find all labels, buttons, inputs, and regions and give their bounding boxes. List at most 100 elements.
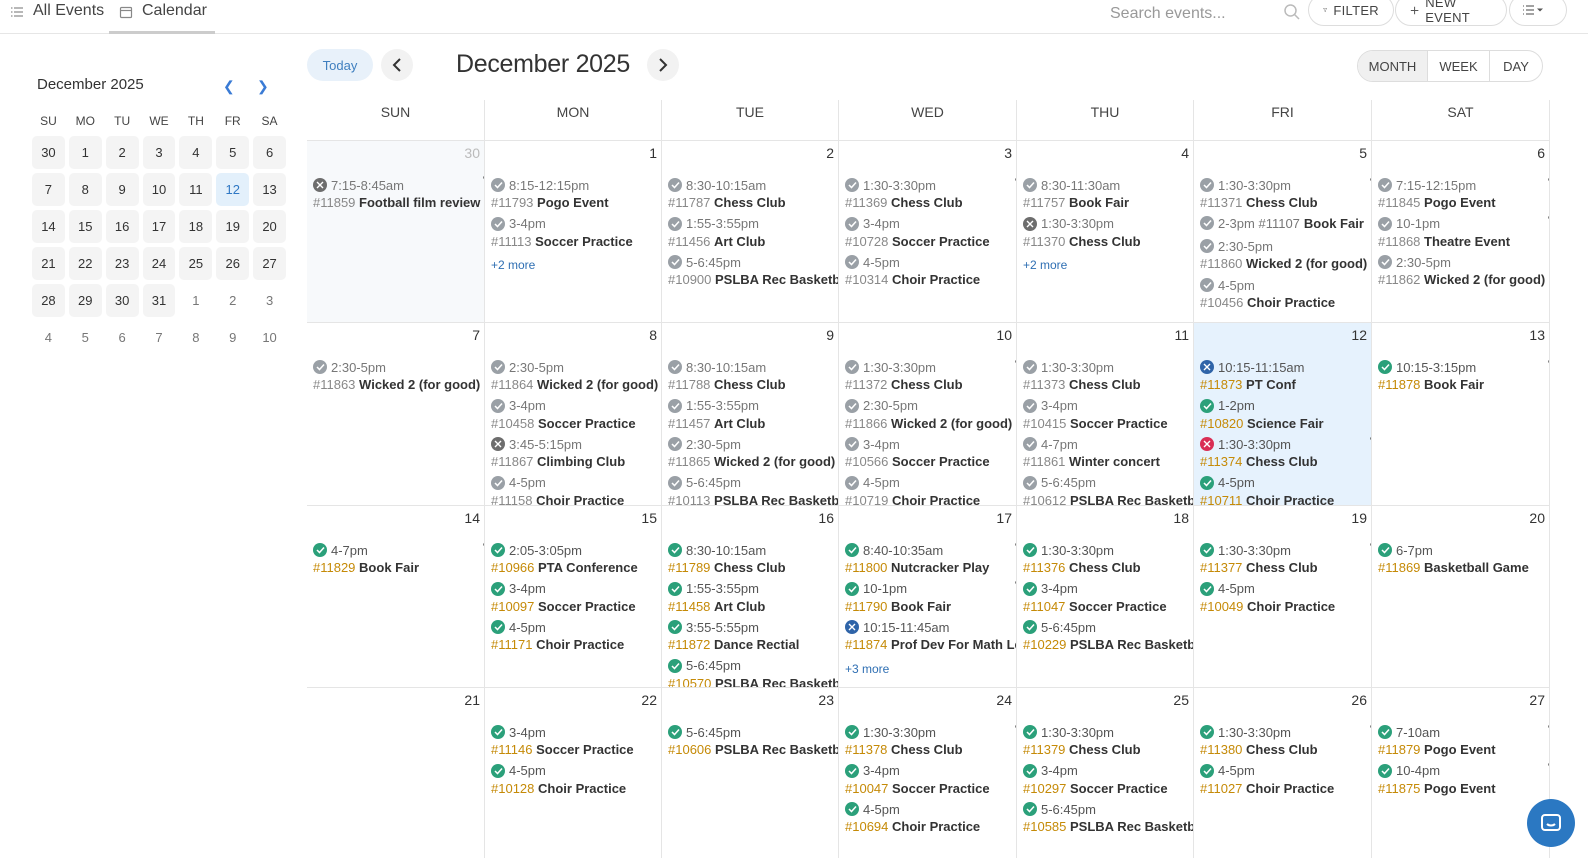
day-cell[interactable]: 20 6-7pm #11869 Basketball Game (1372, 505, 1550, 687)
calendar-event[interactable]: 3-4pm #10047 Soccer Practice (845, 762, 1016, 800)
calendar-event[interactable]: 10-1pm60m / 60m#11790 Book Fair (845, 580, 1016, 618)
calendar-event[interactable]: 3-4pm #10415 Soccer Practice (1023, 397, 1193, 435)
calendar-event[interactable]: 2:30-5pm #11866 Wicked 2 (for good) (845, 397, 1016, 435)
calendar-event[interactable]: 1:30-3:30pm30m / 30#11374 Chess Club (1200, 435, 1371, 473)
calendar-event[interactable]: 8:30-10:15am15m / 15#11787 Chess Club (668, 176, 838, 214)
mini-day[interactable]: 15 (68, 210, 102, 243)
calendar-event[interactable]: 5-6:45pm #10606 PSLBA Rec Basketball (668, 723, 838, 761)
mini-day[interactable]: 5 (69, 321, 102, 354)
calendar-event[interactable]: 1:55-3:55pm30m / 30m#11458 Art Club (668, 580, 838, 618)
day-cell[interactable]: 178:40-10:35am20r#11800 Nutcracker Play1… (839, 505, 1017, 687)
calendar-event[interactable]: 1:30-3:30pm30m / 30#11371 Chess Club (1200, 176, 1371, 214)
mini-day[interactable]: 26 (216, 247, 250, 280)
calendar-event[interactable]: 10:15-3:15pm 60m / 60m #11878 Book Fair (1378, 358, 1549, 396)
chat-launcher-button[interactable] (1527, 799, 1575, 847)
calendar-event[interactable]: 3:45-5:15pm15m /#11867 Climbing Club (491, 435, 661, 473)
calendar-event[interactable]: 4-5pm #11171 Choir Practice (491, 618, 661, 656)
day-cell[interactable]: 8 2:30-5pm #11864 Wicked 2 (for good) 3-4pm… (485, 322, 662, 505)
calendar-event[interactable]: 2:30-5pm #11864 Wicked 2 (for good) (491, 358, 661, 396)
view-week-button[interactable]: WEEK (1428, 51, 1490, 81)
more-events-link[interactable]: +2 more (491, 258, 535, 272)
mini-day[interactable]: 21 (32, 247, 65, 280)
tab-calendar[interactable]: Calendar (109, 0, 215, 34)
calendar-event[interactable]: 3-4pm #10097 Soccer Practice (491, 580, 661, 618)
day-cell[interactable]: 18:15-12:15pm60m / 60#11793 Pogo Event3-… (485, 140, 662, 322)
calendar-event[interactable]: 8:15-12:15pm60m / 60#11793 Pogo Event (491, 176, 661, 214)
mini-day[interactable]: 19 (216, 210, 250, 243)
calendar-event[interactable]: 3-4pm #11146 Soccer Practice (491, 723, 661, 761)
calendar-event[interactable]: 2:30-5pm #11865 Wicked 2 (for good) (668, 435, 838, 473)
mini-day[interactable]: 18 (179, 210, 213, 243)
day-cell[interactable]: 23 5-6:45pm #10606 PSLBA Rec Basketball (662, 687, 839, 858)
mini-day[interactable]: 6 (253, 136, 286, 169)
mini-day[interactable]: 2 (105, 136, 139, 169)
view-options-button[interactable] (1509, 0, 1567, 26)
mini-day[interactable]: 31 (142, 284, 176, 317)
calendar-event[interactable]: 1:55-3:55pm30m / 30m#11456 Art Club (668, 215, 838, 253)
calendar-event[interactable]: 5-6:45pm #10585 PSLBA Rec Basketball (1023, 800, 1193, 838)
mini-day[interactable]: 20 (253, 210, 286, 243)
calendar-event[interactable]: 1:30-3:30pm30m / 30#11380 Chess Club (1200, 723, 1371, 761)
day-cell[interactable]: 48:30-11:30am60m / 60m#11757 Book Fair1:… (1017, 140, 1194, 322)
day-cell[interactable]: 6 7:15-12:15pm 60m / 60 #11845 Pogo Event 10… (1372, 140, 1550, 322)
mini-day[interactable]: 6 (106, 321, 139, 354)
calendar-event[interactable]: 5-6:45pm #10612 PSLBA Rec Basketball (1023, 474, 1193, 505)
mini-day[interactable]: 1 (68, 136, 102, 169)
day-cell[interactable]: 31:30-3:30pm30m / 30#11369 Chess Club3-4… (839, 140, 1017, 322)
calendar-event[interactable]: 2:30-5pm #11860 Wicked 2 (for good) (1200, 237, 1371, 275)
calendar-event[interactable]: 5-6:45pm #10113 PSLBA Rec Basketball (668, 474, 838, 505)
day-cell[interactable]: 12 10:15-11:15am #11873 PT Conf 1-2pm #10820… (1194, 322, 1372, 505)
calendar-event[interactable]: 1:30-3:30pm30m / 30#11379 Chess Club (1023, 723, 1193, 761)
calendar-event[interactable]: 1:55-3:55pm30m / 30m#11457 Art Club (668, 397, 838, 435)
mini-day[interactable]: 10 (253, 321, 286, 354)
calendar-event[interactable]: 2:30-5pm #11863 Wicked 2 (for good) (313, 358, 484, 396)
calendar-event[interactable]: 8:30-11:30am60m / 60m#11757 Book Fair (1023, 176, 1193, 214)
next-month-button[interactable] (647, 49, 679, 81)
today-button[interactable]: Today (307, 49, 373, 81)
mini-day[interactable]: 16 (105, 210, 139, 243)
mini-day[interactable]: 3 (253, 284, 286, 317)
calendar-event[interactable]: 1:30-3:30pm30m / 30#11377 Chess Club (1200, 541, 1371, 579)
calendar-event[interactable]: 7-10am 60m / 60 #11879 Pogo Event (1378, 723, 1549, 761)
day-cell[interactable]: 261:30-3:30pm30m / 30#11380 Chess Club4-… (1194, 687, 1372, 858)
calendar-event[interactable]: 3:55-5:55pm30m /#11872 Dance Rectial (668, 618, 838, 656)
mini-day[interactable]: 4 (179, 136, 213, 169)
mini-day[interactable]: 7 (32, 173, 65, 206)
day-cell[interactable]: 181:30-3:30pm30m / 30#11376 Chess Club3-… (1017, 505, 1194, 687)
more-events-link[interactable]: +3 more (845, 662, 889, 676)
day-cell[interactable]: 251:30-3:30pm30m / 30#11379 Chess Club3-… (1017, 687, 1194, 858)
calendar-event[interactable]: 3-4pm #11047 Soccer Practice (1023, 580, 1193, 618)
calendar-event[interactable]: 3-4pm #10458 Soccer Practice (491, 397, 661, 435)
day-cell[interactable]: 14 4-7pm60m / 60m#11829 Book Fair (307, 505, 485, 687)
calendar-event[interactable]: 1:30-3:30pm30m / 30#11372 Chess Club (845, 358, 1016, 396)
mini-day[interactable]: 8 (179, 321, 212, 354)
mini-day[interactable]: 28 (32, 284, 65, 317)
day-cell[interactable]: 168:30-10:15am15m / 15#11789 Chess Club1… (662, 505, 839, 687)
mini-day[interactable]: 29 (68, 284, 102, 317)
mini-day[interactable]: 9 (105, 173, 139, 206)
calendar-event[interactable]: 4-5pm #10314 Choir Practice (845, 253, 1016, 291)
calendar-event[interactable]: 7:15-12:15pm 60m / 60 #11845 Pogo Event (1378, 176, 1549, 214)
view-day-button[interactable]: DAY (1490, 51, 1542, 81)
mini-day[interactable]: 13 (253, 173, 286, 206)
mini-day[interactable]: 24 (142, 247, 176, 280)
calendar-event[interactable]: 3-4pm #10297 Soccer Practice (1023, 762, 1193, 800)
day-cell[interactable]: 241:30-3:30pm30m / 30#11378 Chess Club3-… (839, 687, 1017, 858)
search-icon[interactable] (1283, 3, 1301, 21)
day-cell[interactable]: 22 3-4pm #11146 Soccer Practice 4-5pm #10128… (485, 687, 662, 858)
mini-day[interactable]: 22 (68, 247, 102, 280)
mini-day[interactable]: 17 (142, 210, 176, 243)
new-event-button[interactable]: NEW EVENT (1395, 0, 1507, 26)
calendar-event[interactable]: 3-4pm #10566 Soccer Practice (845, 435, 1016, 473)
mini-day[interactable]: 4 (32, 321, 65, 354)
calendar-event[interactable]: 3-4pm #10728 Soccer Practice (845, 215, 1016, 253)
mini-day[interactable]: 14 (32, 210, 65, 243)
calendar-event[interactable]: 1-2pm #10820 Science Fair (1200, 397, 1371, 435)
calendar-event[interactable]: 1:30-3:30pm30m / 30#11370 Chess Club (1023, 215, 1193, 253)
calendar-event[interactable]: 4-5pm #11027 Choir Practice (1200, 762, 1371, 800)
calendar-event[interactable]: 5-6:45pm #10570 PSLBA Rec Basketball (668, 657, 838, 687)
day-cell[interactable]: 111:30-3:30pm30m / 30#11373 Chess Club3-… (1017, 322, 1194, 505)
calendar-event[interactable]: 5-6:45pm #10229 PSLBA Rec Basketball (1023, 618, 1193, 656)
calendar-event[interactable]: 6-7pm #11869 Basketball Game (1378, 541, 1549, 579)
mini-day[interactable]: 30 (105, 284, 139, 317)
